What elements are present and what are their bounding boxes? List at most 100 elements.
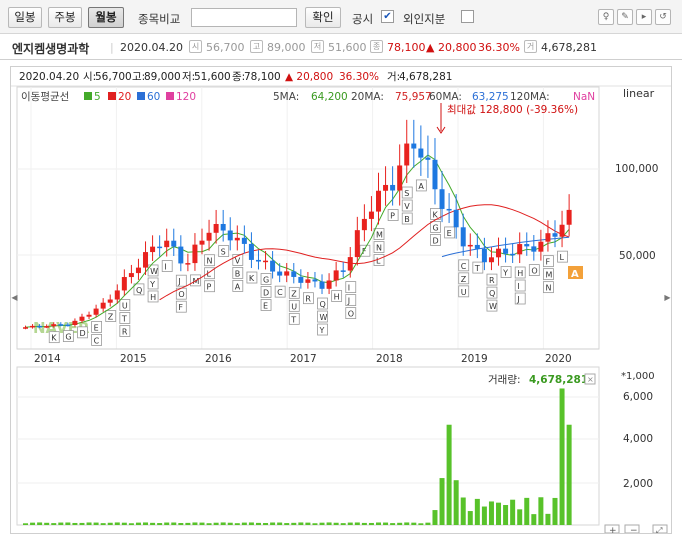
bulb-icon[interactable]: ♀: [598, 9, 614, 25]
candle-body: [213, 223, 219, 233]
candle-body: [383, 184, 389, 191]
year-axis: 2014 2015 2016 2017 2018 2019 2020: [34, 353, 572, 365]
candle-body: [284, 271, 290, 276]
candle-body: [390, 184, 396, 191]
ma60-value-label: 60MA:: [429, 91, 462, 103]
volume-bar: [319, 522, 325, 525]
year-2014: 2014: [34, 353, 61, 365]
volume-bar: [517, 509, 523, 525]
pen-icon[interactable]: ✎: [617, 9, 633, 25]
candle-body: [23, 327, 28, 329]
ma-legend-title: 이동평균선: [21, 91, 69, 103]
candle-body: [326, 280, 332, 289]
disclosure-letter: N: [545, 284, 551, 293]
volume-bar: [206, 523, 212, 525]
price-tick-50000: 50,000: [619, 250, 656, 262]
volume-bar: [404, 522, 410, 525]
disclosure-letter: B: [235, 269, 241, 278]
disclosure-letter: M: [376, 231, 383, 240]
volume-bar: [241, 522, 247, 525]
hdr-open: 56,700: [95, 71, 132, 83]
disclosure-letter: L: [376, 257, 381, 266]
compare-input[interactable]: [191, 8, 297, 27]
candle-body: [453, 209, 459, 228]
candle-body: [545, 233, 551, 242]
volume-bar: [312, 523, 318, 525]
volume-bar: [326, 522, 332, 525]
cursor-icon[interactable]: ▸: [636, 9, 652, 25]
info-date: 2020.04.20: [120, 41, 183, 54]
ma120-swatch: [166, 92, 174, 100]
year-2019: 2019: [461, 353, 488, 365]
disclosure-letter: T: [121, 314, 127, 323]
candle-body: [347, 257, 353, 271]
disclosure-letter: G: [432, 223, 438, 232]
volume-bar: [559, 388, 565, 525]
volume-bar: [347, 522, 353, 525]
daily-button[interactable]: 일봉: [8, 7, 42, 28]
candle-body: [185, 263, 191, 265]
volume-bar: [171, 522, 177, 525]
candle-body: [517, 244, 523, 255]
volume-bar: [255, 522, 261, 525]
disclosure-letter: W: [320, 313, 328, 322]
price-tick-100000: 100,000: [615, 163, 658, 175]
candle-body: [460, 227, 466, 247]
foreign-label: 외인지분: [403, 12, 446, 26]
disclosure-letter: O: [531, 267, 537, 276]
scale-mode-label[interactable]: linear: [623, 87, 655, 100]
ma20-swatch: [108, 92, 116, 100]
disclosure-checkbox[interactable]: ✔: [381, 10, 394, 23]
volume-bar: [474, 498, 480, 525]
volume-bar: [114, 522, 120, 525]
disclosure-letter: Y: [149, 280, 155, 289]
volume-bar: [192, 522, 198, 525]
disclosure-letter: R: [489, 276, 495, 285]
disclosure-letter: A: [235, 282, 241, 291]
volume-unit: *1,000: [621, 371, 655, 382]
hdr-close: 78,100: [244, 71, 281, 83]
chart-header-line: 2020.04.20 시: 56,700 고: 89,000 저: 51,600…: [19, 71, 452, 83]
disclosure-letter: K: [432, 210, 438, 219]
volume-bar: [270, 522, 276, 525]
confirm-button[interactable]: 확인: [305, 7, 341, 28]
candle-body: [121, 277, 127, 291]
candle-body: [474, 244, 480, 249]
disclosure-letter: V: [404, 202, 410, 211]
candle-body: [538, 241, 544, 252]
candle-body: [404, 143, 410, 166]
volume-bar: [354, 522, 360, 525]
volume-bar: [383, 522, 389, 525]
volume-bar: [432, 510, 438, 525]
disclosure-label: 공시: [352, 12, 374, 26]
volume-bar: [37, 522, 43, 525]
volume-bar: [439, 478, 445, 525]
candle-body: [178, 246, 184, 264]
volume-bar: [248, 522, 254, 525]
monthly-button[interactable]: 월봉: [88, 7, 124, 28]
foreign-checkbox[interactable]: [461, 10, 474, 23]
volume-bar: [298, 522, 304, 525]
disclosure-letter: W: [150, 267, 158, 276]
candle-body: [114, 290, 120, 300]
candle-body: [72, 320, 78, 325]
disclosure-letter: K: [249, 274, 255, 283]
weekly-button[interactable]: 주봉: [48, 7, 82, 28]
candle-body: [263, 260, 269, 263]
candle-body: [368, 211, 374, 219]
candle-body: [418, 148, 424, 158]
volume-tick-4000: 4,000: [623, 433, 653, 445]
candle-body: [206, 232, 212, 241]
disclosure-letter: H: [150, 293, 156, 302]
candle-body: [30, 325, 36, 328]
scroll-right-arrow[interactable]: ▶: [663, 287, 672, 309]
year-2017: 2017: [290, 353, 317, 365]
volume-bar: [213, 522, 219, 525]
reset-icon[interactable]: ↺: [655, 9, 671, 25]
scroll-left-arrow[interactable]: ◀: [10, 287, 19, 309]
disclosure-letter: Q: [489, 289, 495, 298]
disclosure-letter: Z: [108, 313, 114, 322]
volume-bar: [79, 522, 85, 525]
candle-body: [157, 246, 163, 249]
price-chart[interactable]: 2020.04.20 시: 56,700 고: 89,000 저: 51,600…: [11, 67, 671, 536]
